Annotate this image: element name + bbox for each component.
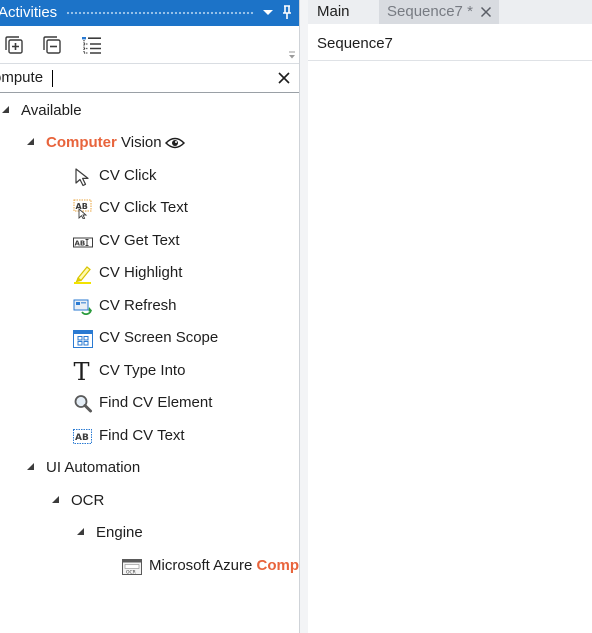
activity-label: CV Click [99, 167, 157, 184]
breadcrumb: Sequence7 [308, 24, 592, 61]
search-match-highlight: Computer [46, 134, 117, 151]
tree-node-label: OCR [71, 492, 105, 509]
tree-node-ocr[interactable]: OCR [0, 486, 299, 516]
tab-main[interactable]: Main [308, 0, 379, 24]
activities-toolbar [0, 26, 299, 64]
search-box [0, 64, 299, 93]
tree-node-computer-vision[interactable]: Computer Vision [0, 128, 299, 158]
activity-label: CV Refresh [99, 297, 177, 314]
activity-label: Find CV Text [99, 427, 185, 444]
workflow-designer[interactable]: Sequence7 [308, 24, 592, 633]
expanded-arrow-icon[interactable] [27, 128, 37, 158]
expanded-arrow-icon[interactable] [27, 453, 37, 483]
highlighter-icon [74, 266, 91, 284]
tree-node-label: Computer Vision [46, 128, 162, 158]
cursor-icon [75, 168, 89, 187]
tab-label: Main [317, 3, 350, 20]
expanded-arrow-icon[interactable] [77, 518, 87, 548]
activity-label: CV Screen Scope [99, 329, 219, 346]
eye-icon[interactable] [165, 137, 185, 149]
get-text-icon: AB [73, 237, 93, 248]
expanded-arrow-icon[interactable] [52, 486, 62, 516]
svg-text:AB: AB [76, 202, 88, 211]
expanded-arrow-icon[interactable] [2, 96, 12, 126]
activity-label: CV Type Into [99, 362, 186, 379]
activity-cv-highlight[interactable]: CV Highlight [0, 258, 299, 288]
dropdown-arrow-icon[interactable] [259, 3, 277, 21]
search-match-highlight: Comp [256, 557, 300, 574]
text-caret [52, 70, 53, 87]
pin-icon[interactable] [278, 3, 296, 21]
close-icon[interactable] [276, 70, 292, 86]
type-into-icon: T [74, 359, 90, 383]
document-tab-strip: Main Sequence7 * [308, 0, 592, 24]
activity-microsoft-azure-computer-vision-ocr[interactable]: OCR Microsoft Azure Comp [0, 551, 299, 581]
find-text-icon: AB [73, 429, 92, 444]
activity-cv-click-text[interactable]: AB CV Click Text [0, 193, 299, 223]
search-input[interactable] [0, 64, 268, 91]
panel-title: Activities [0, 4, 58, 21]
svg-text:AB: AB [75, 433, 89, 443]
activity-cv-refresh[interactable]: CV Refresh [0, 291, 299, 321]
screen-scope-icon [73, 330, 93, 348]
activities-panel: Activities ompute Available Computer Vis… [0, 0, 300, 633]
activity-cv-click[interactable]: CV Click [0, 161, 299, 191]
activity-label-prefix: Microsoft Azure [149, 557, 257, 574]
panel-splitter[interactable] [300, 0, 308, 633]
tree-node-available[interactable]: Available [0, 96, 299, 126]
close-icon[interactable] [479, 5, 493, 19]
svg-text:OCR: OCR [126, 570, 136, 576]
breadcrumb-item[interactable]: Sequence7 [317, 35, 393, 52]
tree-node-label: Available [21, 102, 82, 119]
activity-cv-type-into[interactable]: T CV Type Into [0, 356, 299, 386]
tree-node-engine[interactable]: Engine [0, 518, 299, 548]
activity-label: CV Click Text [99, 199, 188, 216]
svg-text:T: T [74, 359, 90, 383]
panel-drag-grip[interactable] [66, 11, 254, 16]
activity-label: CV Get Text [99, 232, 180, 249]
tree-list-icon[interactable] [81, 35, 103, 57]
collapse-all-icon[interactable] [42, 35, 64, 57]
tab-label: Sequence7 * [387, 3, 473, 20]
tab-sequence7[interactable]: Sequence7 * [379, 0, 499, 24]
panel-header: Activities [0, 0, 299, 26]
activity-label: CV Highlight [99, 264, 183, 281]
tree-node-label-rest: Vision [116, 134, 162, 151]
click-text-icon: AB [73, 199, 92, 219]
activity-cv-screen-scope[interactable]: CV Screen Scope [0, 323, 299, 353]
expand-all-icon[interactable] [4, 35, 26, 57]
tree-node-label: Engine [96, 524, 143, 541]
tree-node-label: UI Automation [46, 459, 141, 476]
activity-find-cv-text[interactable]: AB Find CV Text [0, 421, 299, 451]
ocr-engine-icon: OCR [122, 559, 142, 576]
refresh-icon [73, 299, 92, 315]
activity-cv-get-text[interactable]: AB CV Get Text [0, 226, 299, 256]
activity-label: Find CV Element [99, 394, 213, 411]
tree-node-ui-automation[interactable]: UI Automation [0, 453, 299, 483]
activity-label: Microsoft Azure Comp [149, 551, 299, 581]
svg-text:AB: AB [75, 240, 86, 248]
toolbar-overflow-icon[interactable] [288, 51, 296, 60]
magnifier-icon [74, 395, 92, 413]
activity-find-cv-element[interactable]: Find CV Element [0, 388, 299, 418]
